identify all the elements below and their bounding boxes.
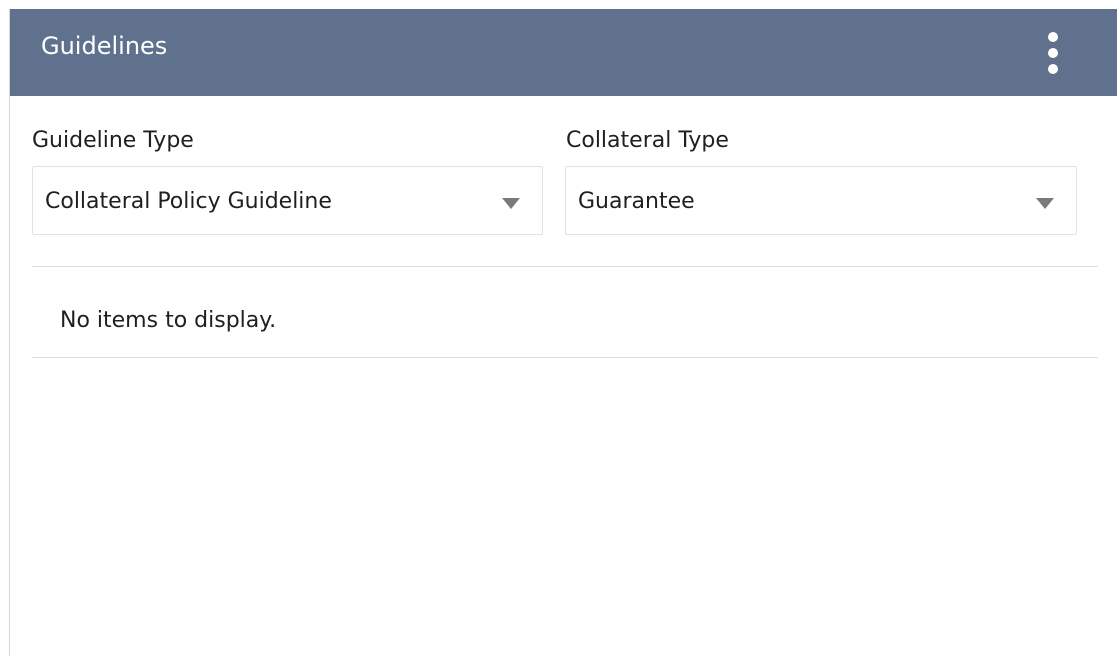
- guideline-type-value: Collateral Policy Guideline: [45, 189, 332, 214]
- kebab-dot: [1048, 64, 1058, 74]
- collateral-type-label: Collateral Type: [566, 128, 729, 153]
- empty-list-message: No items to display.: [60, 308, 277, 333]
- collateral-type-value: Guarantee: [578, 189, 695, 214]
- collateral-type-select[interactable]: Guarantee: [565, 166, 1077, 235]
- kebab-dot: [1048, 48, 1058, 58]
- list-bottom-divider: [32, 357, 1098, 358]
- list-top-divider: [32, 266, 1098, 267]
- panel-title: Guidelines: [41, 32, 168, 60]
- guideline-type-label: Guideline Type: [32, 128, 194, 153]
- kebab-dot: [1048, 32, 1058, 42]
- guideline-type-select[interactable]: Collateral Policy Guideline: [32, 166, 543, 235]
- chevron-down-icon: [1036, 198, 1054, 209]
- panel-header: Guidelines: [10, 9, 1117, 96]
- chevron-down-icon: [502, 198, 520, 209]
- more-vertical-icon[interactable]: [1040, 29, 1066, 77]
